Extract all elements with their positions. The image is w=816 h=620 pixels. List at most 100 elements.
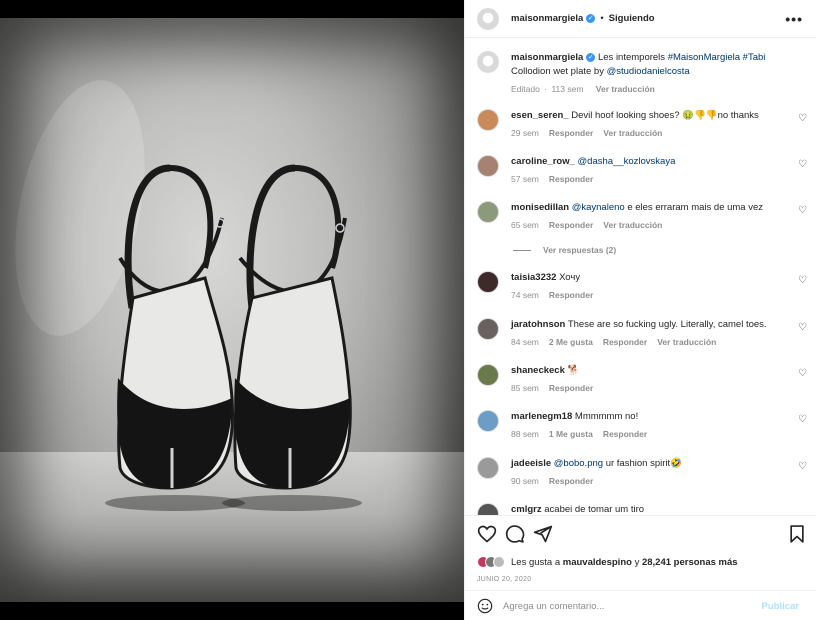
reply-button[interactable]: Responder xyxy=(549,128,593,138)
comment-mention[interactable]: @dasha__kozlovskaya xyxy=(578,156,676,167)
like-comment-heart-icon[interactable]: ♡ xyxy=(798,113,807,124)
like-comment-heart-icon[interactable]: ♡ xyxy=(798,275,807,286)
commenter-username[interactable]: jadeeisle xyxy=(511,458,551,469)
caption-avatar[interactable] xyxy=(477,51,499,73)
post-date: JUNIO 20, 2020 xyxy=(477,576,532,583)
reply-button[interactable]: Responder xyxy=(549,383,593,393)
commenter-username[interactable]: taisia3232 xyxy=(511,272,556,283)
comment-text: Devil hoof looking shoes? 🤢👎👎no thanks xyxy=(571,110,759,121)
post-comment-button[interactable]: Publicar xyxy=(762,601,800,612)
like-comment-heart-icon[interactable]: ♡ xyxy=(798,205,807,216)
comment-item: taisia3232 Хочу 74 sem Responder ♡ xyxy=(477,271,807,300)
comment-text: These are so fucking ugly. Literally, ca… xyxy=(567,319,767,330)
comments-list[interactable]: maisonmargiela ✓ Les intemporels #MaisonM… xyxy=(465,39,816,515)
likes-connector: y xyxy=(631,556,642,568)
verified-badge-icon: ✓ xyxy=(586,14,596,23)
comment-item: cmlgrz acabei de tomar um tiro xyxy=(477,503,807,515)
likes-count[interactable]: 28,241 personas más xyxy=(642,557,738,568)
following-button[interactable]: Siguiendo xyxy=(609,13,655,24)
replies-line xyxy=(513,249,531,251)
reply-button[interactable]: Responder xyxy=(549,476,593,486)
commenter-username[interactable]: cmlgrz xyxy=(511,504,542,515)
commenter-username[interactable]: shaneckeck xyxy=(511,365,565,376)
commenter-avatar[interactable] xyxy=(477,364,499,386)
comment-mention[interactable]: @kaynaleno xyxy=(572,202,625,213)
comment-input[interactable]: Agrega un comentario... xyxy=(503,601,762,612)
commenter-avatar[interactable] xyxy=(477,201,499,223)
comment-item: shaneckeck 🐕 85 sem Responder ♡ xyxy=(477,364,807,393)
comment-item: monisedillan @kaynaleno e eles erraram m… xyxy=(477,201,807,230)
post-photo[interactable] xyxy=(0,18,464,602)
meta-dot: · xyxy=(544,84,548,94)
commenter-username[interactable]: jaratohnson xyxy=(511,319,565,330)
comment-mention[interactable]: @bobo.png xyxy=(554,458,603,469)
header-separator: • xyxy=(600,13,604,24)
translate-link[interactable]: Ver traducción xyxy=(603,220,662,230)
author-avatar[interactable] xyxy=(477,7,499,30)
heart-icon[interactable] xyxy=(477,524,497,544)
comment-text: acabei de tomar um tiro xyxy=(544,504,645,515)
liker-avatar xyxy=(493,556,505,568)
commenter-avatar[interactable] xyxy=(477,410,499,432)
comment-text: ur fashion spirit🤣 xyxy=(605,458,682,469)
reply-button[interactable]: Responder xyxy=(603,429,647,439)
commenter-avatar[interactable] xyxy=(477,457,499,479)
translate-link[interactable]: Ver traducción xyxy=(657,337,716,347)
comment-age: 88 sem xyxy=(511,429,539,439)
comment-text: e eles erraram mais de uma vez xyxy=(627,202,764,213)
hashtag-tabi[interactable]: #Tabi xyxy=(743,52,766,63)
like-comment-heart-icon[interactable]: ♡ xyxy=(798,414,807,425)
view-replies-button[interactable]: Ver respuestas (2) xyxy=(513,245,616,255)
comment-age: 90 sem xyxy=(511,476,539,486)
translate-link[interactable]: Ver traducción xyxy=(603,128,662,138)
comment-icon[interactable] xyxy=(505,524,525,544)
more-options-icon[interactable]: ••• xyxy=(785,11,803,27)
likes-summary[interactable]: Les gusta a mauvaldespino y 28,241 perso… xyxy=(477,556,738,568)
commenter-avatar[interactable] xyxy=(477,109,499,131)
edited-label: Editado xyxy=(511,84,540,94)
like-comment-heart-icon[interactable]: ♡ xyxy=(798,159,807,170)
comment-item: marlenegm18 Mmmmmm no! 88 sem 1 Me gusta R… xyxy=(477,410,807,439)
comment-age: 74 sem xyxy=(511,290,539,300)
commenter-avatar[interactable] xyxy=(477,503,499,515)
comment-age: 85 sem xyxy=(511,383,539,393)
comment-age: 65 sem xyxy=(511,220,539,230)
caption: maisonmargiela ✓ Les intemporels #MaisonM… xyxy=(477,51,807,94)
like-comment-heart-icon[interactable]: ♡ xyxy=(798,322,807,333)
commenter-username[interactable]: caroline_row_ xyxy=(511,156,575,167)
reply-button[interactable]: Responder xyxy=(549,220,593,230)
share-icon[interactable] xyxy=(533,524,553,544)
reply-button[interactable]: Responder xyxy=(603,337,647,347)
post-header: maisonmargiela ✓ • Siguiendo ••• xyxy=(465,0,816,38)
caption-username[interactable]: maisonmargiela xyxy=(511,52,583,63)
comment-item: jaratohnson These are so fucking ugly. L… xyxy=(477,318,807,347)
commenter-avatar[interactable] xyxy=(477,271,499,293)
like-comment-heart-icon[interactable]: ♡ xyxy=(798,461,807,472)
reply-button[interactable]: Responder xyxy=(549,174,593,184)
commenter-username[interactable]: monisedillan xyxy=(511,202,569,213)
commenter-username[interactable]: esen_seren_ xyxy=(511,110,569,121)
likes-prefix: Les gusta a xyxy=(511,556,563,568)
commenter-username[interactable]: marlenegm18 xyxy=(511,411,572,422)
comment-likes[interactable]: 1 Me gusta xyxy=(549,429,593,439)
reply-button[interactable]: Responder xyxy=(549,290,593,300)
comment-age: 84 sem xyxy=(511,337,539,347)
caption-text: Les intemporels xyxy=(597,52,668,63)
bookmark-icon[interactable] xyxy=(787,524,807,544)
comment-likes[interactable]: 2 Me gusta xyxy=(549,337,593,347)
comment-text: Хочу xyxy=(559,272,581,283)
hashtag-maisonmargiela[interactable]: #MaisonMargiela xyxy=(668,52,740,63)
commenter-avatar[interactable] xyxy=(477,155,499,177)
commenter-avatar[interactable] xyxy=(477,318,499,340)
author-username[interactable]: maisonmargiela xyxy=(511,13,583,24)
mention-studiodanielcosta[interactable]: @studiodanielcosta xyxy=(607,66,690,77)
verified-badge-icon: ✓ xyxy=(586,52,596,62)
instagram-post-view: maisonmargiela ✓ • Siguiendo ••• maisonm… xyxy=(0,0,816,620)
caption-age: 113 sem xyxy=(551,84,584,94)
like-comment-heart-icon[interactable]: ♡ xyxy=(798,368,807,379)
liker-username[interactable]: mauvaldespino xyxy=(563,557,632,568)
comment-age: 57 sem xyxy=(511,174,539,184)
translate-link[interactable]: Ver traducción xyxy=(596,84,655,94)
emoji-icon[interactable] xyxy=(477,598,493,614)
caption-line2: Collodion wet plate by xyxy=(511,66,607,77)
